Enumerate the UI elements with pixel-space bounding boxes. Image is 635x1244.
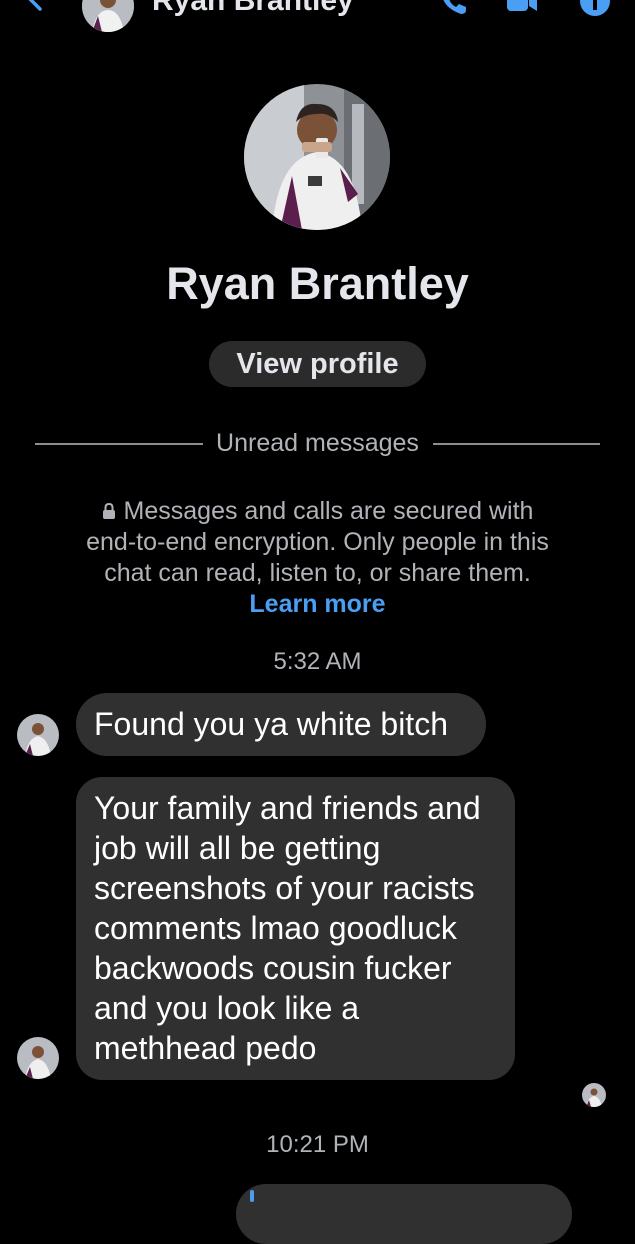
video-camera-icon[interactable] — [505, 0, 539, 18]
sender-avatar[interactable] — [17, 714, 59, 756]
learn-more-link[interactable]: Learn more — [249, 590, 385, 618]
message-bubble[interactable]: Your family and friends and job will all… — [76, 777, 515, 1080]
header-avatar[interactable] — [82, 0, 134, 32]
encryption-notice: Messages and calls are secured with end-… — [85, 496, 550, 620]
seen-receipt-avatar — [582, 1083, 606, 1107]
encryption-text: Messages and calls are secured with end-… — [86, 497, 549, 587]
view-profile-button[interactable]: View profile — [209, 341, 426, 387]
lock-icon — [102, 502, 115, 519]
conversation-header: Ryan Brantley — [0, 0, 635, 32]
message-bubble[interactable]: Found you ya white bitch — [76, 693, 486, 756]
header-contact-name[interactable]: Ryan Brantley — [152, 0, 354, 18]
phone-icon[interactable] — [438, 0, 470, 18]
message-timestamp: 5:32 AM — [273, 648, 362, 675]
reply-accent — [250, 1190, 254, 1202]
profile-name: Ryan Brantley — [166, 258, 469, 309]
message-bubble-partial[interactable] — [236, 1184, 572, 1244]
profile-avatar[interactable] — [244, 84, 390, 230]
message-timestamp: 10:21 PM — [266, 1131, 369, 1158]
divider-line-right — [433, 443, 600, 445]
info-icon[interactable] — [578, 0, 612, 18]
back-arrow-icon[interactable] — [22, 0, 48, 12]
sender-avatar[interactable] — [17, 1037, 59, 1079]
